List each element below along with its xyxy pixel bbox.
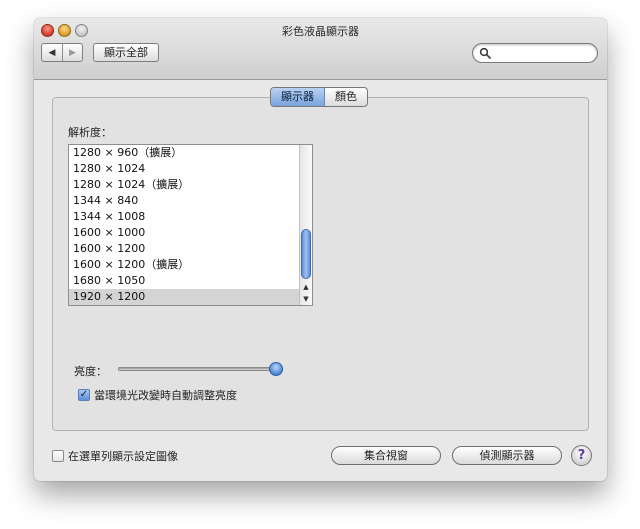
resolution-item[interactable]: 1600 × 1200 bbox=[69, 241, 312, 257]
slider-knob[interactable] bbox=[269, 362, 284, 376]
resolution-item[interactable]: 1344 × 1008 bbox=[69, 209, 312, 225]
back-arrow-icon: ◀ bbox=[48, 47, 56, 58]
resolution-scrollbar[interactable]: ▲ ▼ bbox=[299, 145, 312, 305]
menubar-display-row[interactable]: 在選單列顯示設定圖像 bbox=[52, 448, 178, 464]
scroll-thumb[interactable] bbox=[301, 229, 311, 279]
resolution-label: 解析度： bbox=[68, 126, 112, 139]
menubar-display-checkbox[interactable] bbox=[52, 450, 64, 462]
detect-displays-button[interactable]: 偵測顯示器 bbox=[452, 446, 562, 465]
show-all-button[interactable]: 顯示全部 bbox=[93, 43, 159, 62]
forward-arrow-icon: ▶ bbox=[69, 47, 76, 58]
checkmark-icon: ✓ bbox=[79, 389, 89, 400]
resolution-item[interactable]: 1280 × 1024（擴展） bbox=[69, 177, 312, 193]
scroll-up-icon[interactable]: ▲ bbox=[300, 281, 312, 293]
auto-brightness-label: 當環境光改變時自動調整亮度 bbox=[94, 389, 237, 402]
auto-brightness-row[interactable]: ✓ 當環境光改變時自動調整亮度 bbox=[78, 387, 237, 403]
help-button[interactable]: ? bbox=[571, 445, 592, 466]
resolution-item[interactable]: 1600 × 1200（擴展） bbox=[69, 257, 312, 273]
search-icon bbox=[479, 47, 491, 59]
window-title: 彩色液晶顯示器 bbox=[282, 25, 359, 38]
nav-buttons: ◀ ▶ bbox=[41, 43, 83, 62]
brightness-label: 亮度： bbox=[74, 365, 107, 378]
brightness-slider[interactable] bbox=[118, 362, 293, 376]
resolution-item[interactable]: 1680 × 1050 bbox=[69, 273, 312, 289]
resolution-item[interactable]: 1280 × 1024 bbox=[69, 161, 312, 177]
search-input[interactable] bbox=[493, 45, 593, 61]
tab-color[interactable]: 顏色 bbox=[325, 88, 367, 106]
menubar-display-label: 在選單列顯示設定圖像 bbox=[68, 450, 178, 463]
slider-track[interactable] bbox=[118, 367, 283, 371]
scroll-down-icon[interactable]: ▼ bbox=[300, 293, 312, 305]
resolution-item[interactable]: 1600 × 1000 bbox=[69, 225, 312, 241]
back-button[interactable]: ◀ bbox=[42, 44, 62, 61]
gather-windows-button[interactable]: 集合視窗 bbox=[331, 446, 441, 465]
search-field[interactable] bbox=[472, 43, 598, 63]
resolution-item[interactable]: 1280 × 960（擴展） bbox=[69, 145, 312, 161]
tab-bar: 顯示器 顏色 bbox=[270, 87, 368, 107]
auto-brightness-checkbox[interactable]: ✓ bbox=[78, 389, 90, 401]
tab-display[interactable]: 顯示器 bbox=[271, 88, 325, 106]
title-bar: 彩色液晶顯示器 ◀ ▶ 顯示全部 bbox=[34, 18, 607, 80]
resolution-item[interactable]: 1344 × 840 bbox=[69, 193, 312, 209]
preferences-window: 彩色液晶顯示器 ◀ ▶ 顯示全部 顯示器 顏色 解析度： 1280 × 960（… bbox=[34, 18, 607, 481]
forward-button[interactable]: ▶ bbox=[62, 44, 82, 61]
resolution-item-selected[interactable]: 1920 × 1200 bbox=[69, 289, 312, 305]
resolution-list[interactable]: 1280 × 960（擴展） 1280 × 1024 1280 × 1024（擴… bbox=[68, 144, 313, 306]
